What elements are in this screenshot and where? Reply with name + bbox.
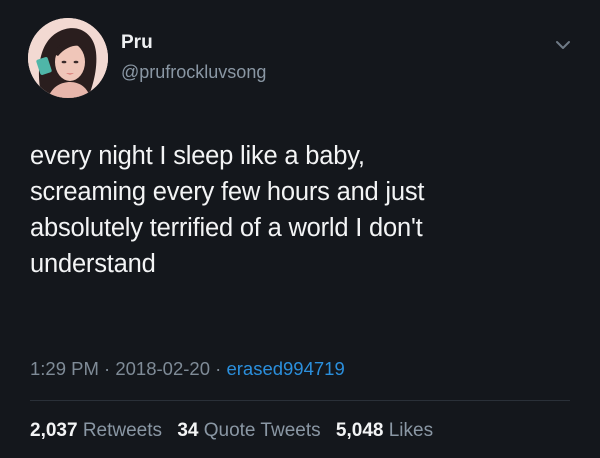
quote-tweets-stat[interactable]: 34 Quote Tweets: [177, 420, 326, 441]
tweet-text-line: screaming every few hours and just: [30, 178, 425, 206]
tweet-time[interactable]: 1:29 PM: [30, 358, 99, 379]
display-name[interactable]: Pru: [121, 32, 153, 54]
tweet-date[interactable]: 2018-02-20: [115, 358, 210, 379]
retweets-stat[interactable]: 2,037 Retweets: [30, 420, 167, 441]
retweets-label: Retweets: [82, 420, 163, 441]
meta-separator: ·: [104, 358, 111, 379]
avatar-illustration: [28, 18, 108, 98]
user-handle[interactable]: @prufrockluvsong: [121, 62, 266, 83]
via-link[interactable]: erased994719: [226, 358, 344, 379]
tweet-stats: 2,037 Retweets 34 Quote Tweets 5,048 Lik…: [30, 420, 443, 442]
divider: [30, 400, 570, 401]
likes-label: Likes: [388, 420, 434, 441]
avatar[interactable]: [28, 18, 108, 98]
meta-separator: ·: [215, 358, 222, 379]
tweet-text-line: absolutely terrified of a world I don't: [30, 214, 423, 242]
likes-stat[interactable]: 5,048 Likes: [336, 420, 433, 441]
chevron-down-icon[interactable]: [554, 38, 572, 52]
tweet-text: every night I sleep like a baby, screami…: [30, 138, 575, 282]
tweet-text-line: every night I sleep like a baby,: [30, 142, 365, 170]
retweets-count: 2,037: [30, 420, 78, 441]
likes-count: 5,048: [335, 420, 384, 441]
quote-tweets-label: Quote Tweets: [203, 420, 321, 441]
quote-tweets-count: 34: [177, 420, 199, 441]
tweet-metadata: 1:29 PM · 2018-02-20 · erased994719: [30, 358, 345, 380]
tweet-text-line: understand: [30, 250, 156, 278]
